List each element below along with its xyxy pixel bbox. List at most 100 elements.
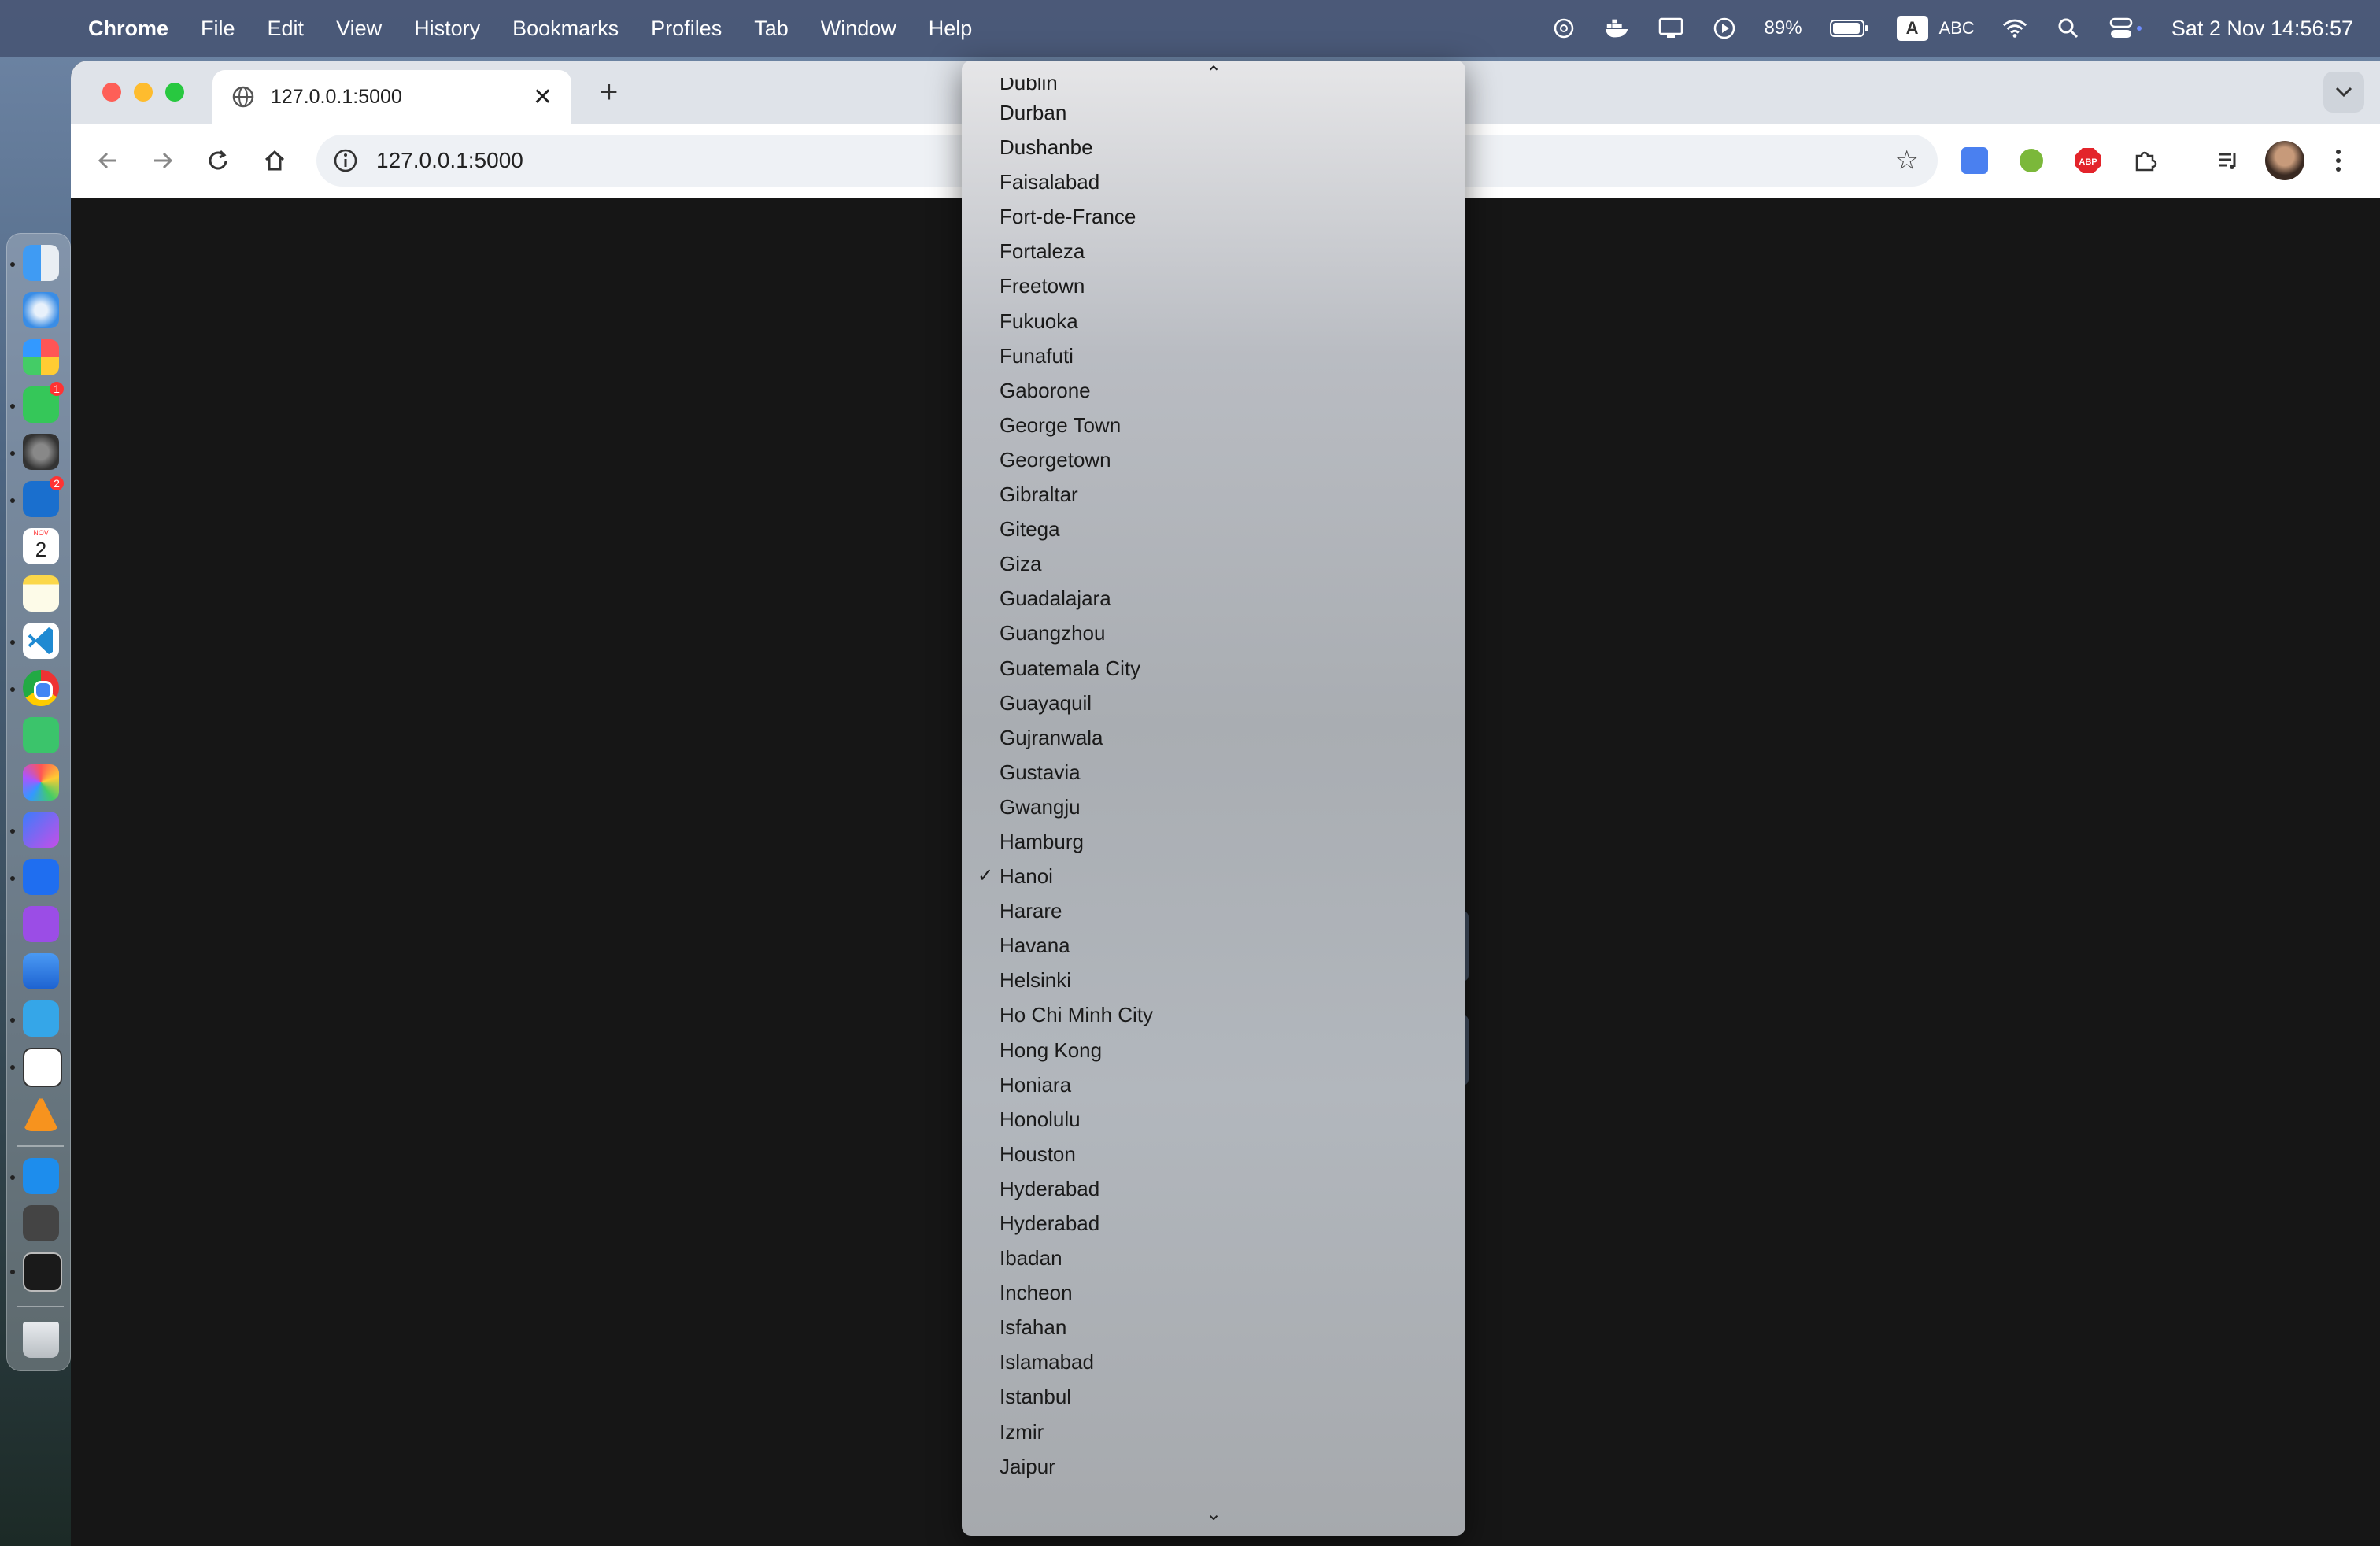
terminal-icon[interactable] [23, 1252, 62, 1292]
dropdown-option[interactable]: Istanbul [962, 1379, 1465, 1414]
profile-avatar[interactable] [2265, 141, 2304, 180]
dropdown-option[interactable]: Gwangju [962, 790, 1465, 824]
dropdown-option[interactable]: Fortaleza [962, 234, 1465, 268]
podcasts-icon[interactable] [23, 906, 59, 942]
dropdown-option[interactable]: Jaipur [962, 1449, 1465, 1484]
calendar-icon[interactable]: NOV 2 [23, 528, 59, 564]
url-text[interactable]: 127.0.0.1:5000 [376, 148, 523, 173]
menu-file[interactable]: File [201, 17, 235, 41]
dropdown-option[interactable]: Gaborone [962, 373, 1465, 408]
vscode-icon[interactable] [23, 623, 59, 659]
docker-dock-icon[interactable] [23, 1158, 59, 1194]
dropdown-option[interactable]: Gitega [962, 512, 1465, 546]
chatgpt-dock-icon[interactable] [23, 1048, 62, 1087]
dropdown-option[interactable]: Helsinki [962, 963, 1465, 997]
more-menu-icon[interactable] [2319, 141, 2358, 180]
extensions-puzzle-icon[interactable] [2125, 141, 2164, 180]
finder-icon[interactable] [23, 245, 59, 281]
menu-view[interactable]: View [336, 17, 382, 41]
menu-window[interactable]: Window [821, 17, 896, 41]
safari-icon[interactable] [23, 292, 59, 328]
menu-tab[interactable]: Tab [754, 17, 789, 41]
tool-app-icon[interactable] [23, 717, 59, 753]
dropdown-option[interactable]: Isfahan [962, 1310, 1465, 1344]
wifi-icon[interactable] [2001, 15, 2028, 42]
forward-arrow-icon[interactable] [143, 141, 183, 180]
reload-icon[interactable] [198, 141, 238, 180]
city-select-dropdown[interactable]: ⌃ Dublin Durban Dushanbe Faisalabad Fort-de… [962, 61, 1465, 1536]
dropdown-option[interactable]: Hyderabad [962, 1171, 1465, 1206]
display-icon[interactable] [1658, 15, 1684, 42]
dropdown-option[interactable]: Guayaquil [962, 686, 1465, 720]
tab-close-icon[interactable]: ✕ [533, 83, 552, 111]
outlook-icon[interactable]: 2 [23, 476, 64, 517]
input-source-icon[interactable]: A [1896, 16, 1928, 41]
weather-icon[interactable] [23, 953, 59, 989]
menu-help[interactable]: Help [929, 17, 973, 41]
google-translate-icon[interactable] [1961, 147, 1988, 174]
system-settings-icon[interactable] [23, 434, 59, 470]
dropdown-option[interactable]: Faisalabad [962, 165, 1465, 199]
control-center-icon[interactable] [2108, 15, 2145, 42]
preview-icon[interactable] [23, 1205, 59, 1241]
dropdown-option[interactable]: George Town [962, 408, 1465, 442]
dropdown-option[interactable]: Gibraltar [962, 477, 1465, 512]
tab-search-chevron-icon[interactable] [2323, 72, 2364, 113]
new-tab-button[interactable]: + [600, 75, 618, 110]
dropdown-option[interactable]: Guatemala City [962, 651, 1465, 686]
chrome-icon[interactable] [23, 670, 59, 706]
dropdown-option[interactable]: Giza [962, 546, 1465, 581]
dropdown-option[interactable]: Hamburg [962, 824, 1465, 859]
play-icon[interactable] [1711, 15, 1738, 42]
spotlight-search-icon[interactable] [2055, 15, 2082, 42]
menu-edit[interactable]: Edit [268, 17, 305, 41]
site-info-icon[interactable] [332, 147, 359, 174]
menu-profiles[interactable]: Profiles [651, 17, 722, 41]
dropdown-option[interactable]: Dublin [962, 78, 1465, 95]
menu-history[interactable]: History [414, 17, 480, 41]
scroll-down-arrow-icon[interactable]: ⌄ [962, 1503, 1465, 1534]
battery-icon[interactable] [1829, 15, 1870, 42]
messenger-icon[interactable] [23, 812, 59, 848]
docker-icon[interactable] [1604, 15, 1631, 42]
messages-icon[interactable]: 1 [23, 382, 64, 423]
dropdown-option[interactable]: Funafuti [962, 338, 1465, 373]
menu-app-name[interactable]: Chrome [88, 17, 168, 41]
dropdown-option[interactable]: Izmir [962, 1415, 1465, 1449]
notes-icon[interactable] [23, 575, 59, 612]
dropdown-option[interactable]: Freetown [962, 268, 1465, 303]
adblock-icon[interactable]: ABP [2068, 141, 2108, 180]
dropdown-option[interactable]: Havana [962, 928, 1465, 963]
dropdown-option[interactable]: Hyderabad [962, 1206, 1465, 1241]
home-icon[interactable] [255, 141, 294, 180]
media-control-icon[interactable] [2208, 141, 2248, 180]
input-source-label[interactable]: ABC [1939, 18, 1975, 39]
menu-clock[interactable]: Sat 2 Nov 14:56:57 [2171, 17, 2353, 41]
dropdown-option[interactable]: Honolulu [962, 1102, 1465, 1137]
dropdown-option[interactable]: Harare [962, 893, 1465, 928]
green-extension-icon[interactable] [2012, 141, 2051, 180]
menu-bookmarks[interactable]: Bookmarks [512, 17, 619, 41]
dropdown-option[interactable]: Gujranwala [962, 720, 1465, 755]
dropdown-option[interactable]: Islamabad [962, 1344, 1465, 1379]
dropdown-option[interactable]: Durban [962, 95, 1465, 130]
dropdown-option[interactable]: Guangzhou [962, 616, 1465, 650]
minimize-window-icon[interactable] [134, 83, 153, 102]
dropdown-option[interactable]: Fort-de-France [962, 199, 1465, 234]
zalo-icon[interactable] [23, 859, 59, 895]
bookmark-star-icon[interactable]: ☆ [1895, 145, 1919, 176]
dropdown-option[interactable]: Ho Chi Minh City [962, 997, 1465, 1032]
tab-active[interactable]: 127.0.0.1:5000 ✕ [213, 70, 571, 124]
back-arrow-icon[interactable] [88, 141, 128, 180]
trash-icon[interactable] [23, 1322, 59, 1358]
chatgpt-icon[interactable] [1550, 15, 1577, 42]
dropdown-option[interactable]: Guadalajara [962, 581, 1465, 616]
photos-icon[interactable] [23, 764, 59, 801]
vlc-icon[interactable] [23, 1095, 59, 1131]
dropdown-option[interactable]: ✓ Hanoi [962, 859, 1465, 893]
zoom-window-icon[interactable] [165, 83, 184, 102]
dropdown-option[interactable]: Fukuoka [962, 304, 1465, 338]
launchpad-icon[interactable] [23, 339, 59, 375]
close-window-icon[interactable] [102, 83, 121, 102]
dropdown-option[interactable]: Dushanbe [962, 130, 1465, 165]
